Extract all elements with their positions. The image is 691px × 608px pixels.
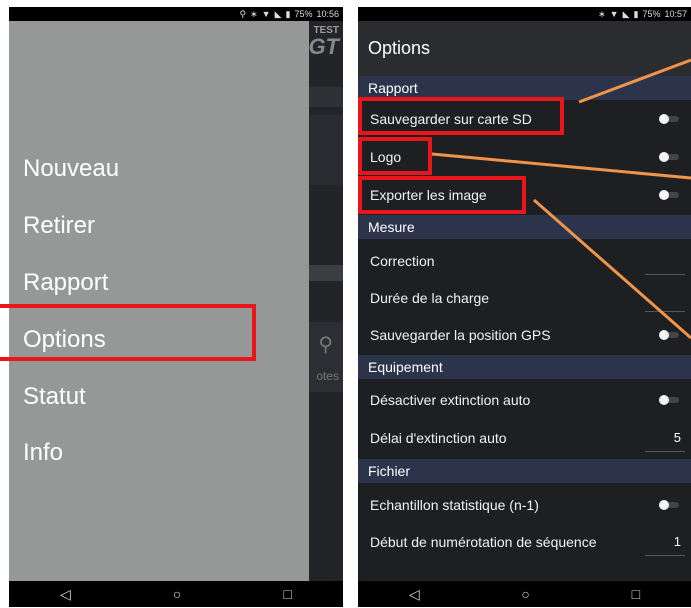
arrow-logo (431, 152, 691, 180)
arrow-export-images (533, 198, 691, 340)
arrow-sd-card (578, 58, 691, 104)
annotation-arrows (431, 58, 691, 340)
